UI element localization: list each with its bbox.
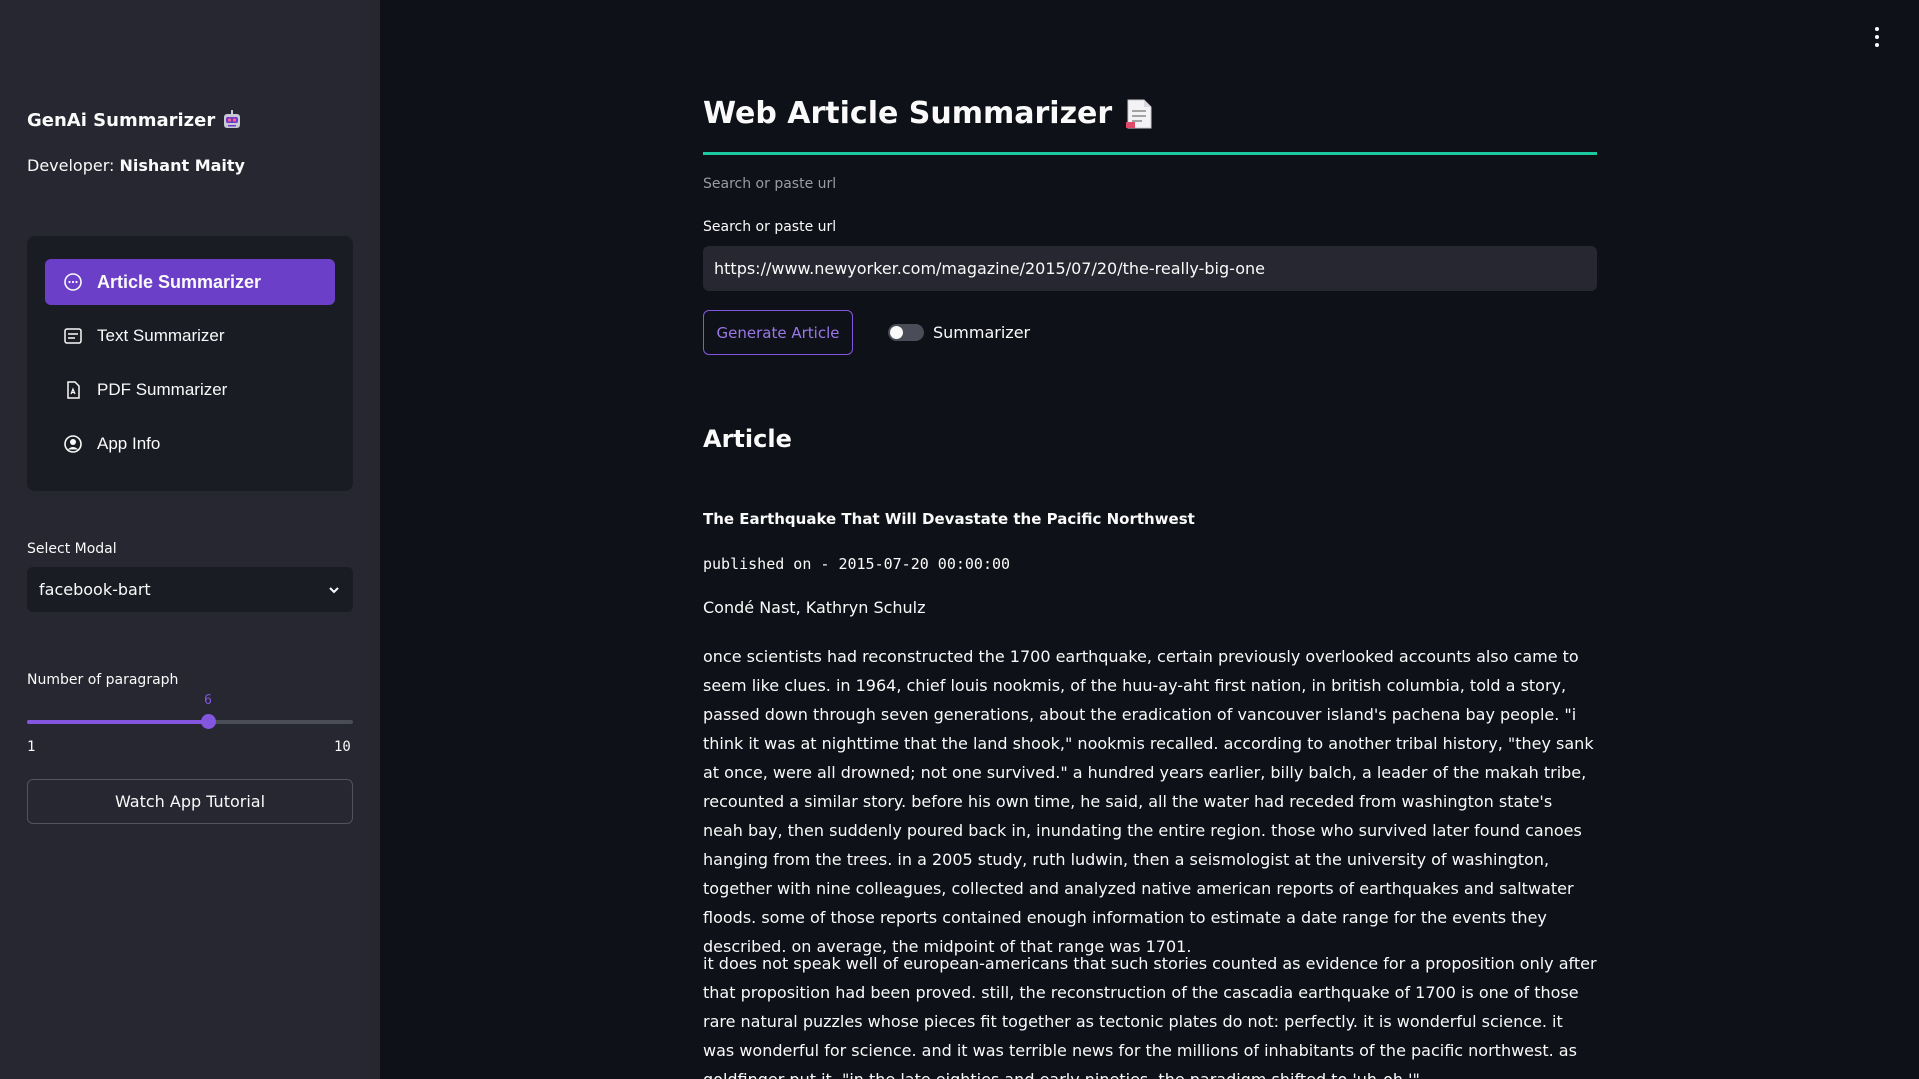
dot [1875,27,1879,31]
select-model-label: Select Modal [27,541,117,557]
pdf-file-icon [67,381,80,399]
brand: GenAi Summarizer [27,109,243,131]
nav-menu: Article Summarizer Text Summarizer PDF S… [27,236,353,491]
article-title: The Earthquake That Will Devastate the P… [703,510,1195,528]
title-divider [703,152,1597,155]
user-circle-icon [64,435,82,453]
more-menu-icon[interactable] [1872,27,1882,47]
toggle-knob [890,326,903,339]
text-lines-icon [64,328,82,344]
slider-value: 6 [204,693,212,708]
nav-item-label: Article Summarizer [97,271,262,292]
dot [1875,43,1879,47]
watch-tutorial-button[interactable]: Watch App Tutorial [27,779,353,824]
article-heading: Article [703,425,792,453]
summarizer-toggle-label: Summarizer [933,323,1031,342]
article-authors: Condé Nast, Kathryn Schulz [703,598,926,617]
slider-handle[interactable] [201,714,216,729]
article-paragraph: once scientists had reconstructed the 17… [703,647,1594,956]
robot-icon [224,110,241,128]
nav-item-label: Text Summarizer [97,326,225,345]
chat-icon [64,273,82,291]
sidebar: GenAi Summarizer Developer: Nishant Mait… [0,0,380,1079]
page-title: Web Article Summarizer [703,96,1154,131]
nav-item-pdf-summarizer[interactable]: PDF Summarizer [45,367,335,413]
search-hint: Search or paste url [703,176,837,192]
developer-name: Nishant Maity [119,156,245,175]
article-paragraph: it does not speak well of european-ameri… [703,954,1597,1079]
paragraph-slider[interactable]: 6 [27,693,353,729]
page-title-text: Web Article Summarizer [703,96,1113,131]
url-input-label: Search or paste url [703,219,837,235]
brand-title: GenAi Summarizer [27,109,216,131]
nav-item-label: App Info [97,434,161,453]
slider-max: 10 [334,739,351,755]
nav-item-text-summarizer[interactable]: Text Summarizer [45,313,335,359]
nav-item-article-summarizer[interactable]: Article Summarizer [45,259,335,305]
document-icon [1126,99,1152,128]
nav-item-label: PDF Summarizer [97,380,228,399]
model-select-value: facebook-bart [39,580,151,599]
summarizer-toggle[interactable] [888,324,924,341]
model-select[interactable]: facebook-bart [27,567,353,612]
slider-min: 1 [27,739,36,755]
published-date: published on - 2015-07-20 00:00:00 [703,555,1011,573]
nav-item-app-info[interactable]: App Info [45,421,335,467]
generate-article-button[interactable]: Generate Article [703,310,853,355]
chevron-down-icon [329,586,339,593]
slider-fill [27,720,208,724]
dot [1875,35,1879,39]
url-input[interactable] [703,246,1597,291]
paragraph-slider-label: Number of paragraph [27,672,179,688]
developer-label: Developer: [27,156,115,175]
developer-credit: Developer: Nishant Maity [27,156,245,175]
